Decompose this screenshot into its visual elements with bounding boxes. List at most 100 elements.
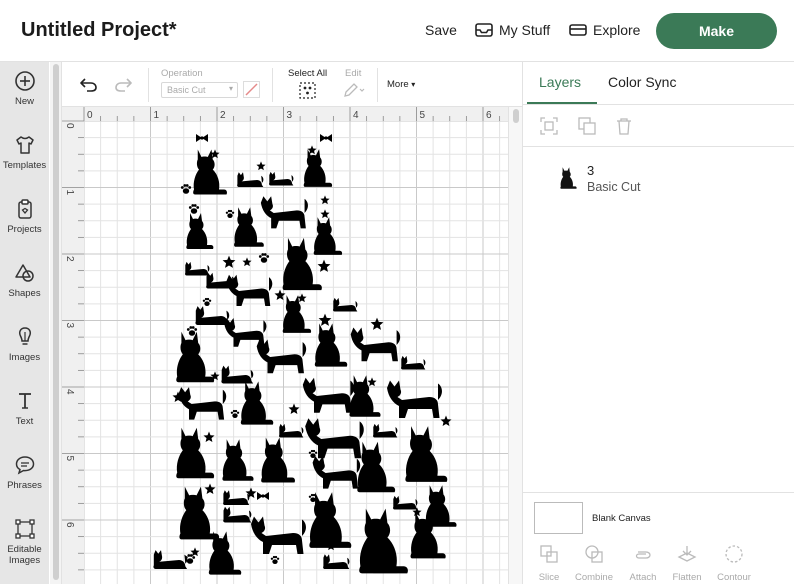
- color-swatch-icon[interactable]: [243, 81, 260, 98]
- contour-button[interactable]: Contour: [711, 544, 757, 583]
- clipboard-icon: [17, 199, 32, 219]
- edit-label: Edit: [345, 68, 362, 79]
- flatten-label: Flatten: [672, 572, 702, 583]
- left-ruler-tick-label: 0: [64, 123, 75, 129]
- sidebar-label-new: New: [14, 96, 34, 107]
- top-ruler-tick-label: 6: [486, 110, 492, 121]
- flatten-button[interactable]: Flatten: [664, 544, 710, 583]
- layer-name: 3: [587, 163, 595, 178]
- sidebar-item-phrases[interactable]: Phrases: [0, 446, 49, 506]
- top-ruler: [62, 107, 508, 121]
- attach-label: Attach: [629, 572, 657, 583]
- top-ruler-tick-label: 0: [87, 110, 93, 121]
- my-stuff-label: My Stuff: [499, 22, 551, 38]
- shirt-icon: [15, 136, 34, 154]
- combine-label: Combine: [574, 572, 614, 583]
- sidebar-label-images: Images: [8, 352, 41, 363]
- tab-layers[interactable]: Layers: [539, 74, 581, 90]
- duplicate-icon[interactable]: [578, 117, 596, 135]
- make-button[interactable]: Make: [656, 13, 777, 49]
- sidebar-item-shapes[interactable]: Shapes: [0, 254, 49, 314]
- redo-icon[interactable]: [113, 75, 133, 93]
- speech-bubble-icon: [15, 456, 34, 475]
- layer-item[interactable]: 3 Basic Cut: [523, 158, 794, 202]
- my-stuff-button[interactable]: My Stuff: [475, 22, 550, 38]
- lightbulb-icon: [18, 327, 31, 345]
- text-icon: [18, 393, 31, 409]
- blank-canvas-label: Blank Canvas: [592, 513, 651, 524]
- explore-icon: [569, 24, 587, 36]
- operation-value: Basic Cut: [167, 85, 206, 95]
- canvas-grid[interactable]: 0 1 2 3 4 5 6 0 1 2 3 4 5 6: [62, 107, 508, 584]
- project-title: Untitled Project*: [21, 19, 177, 41]
- sidebar-label-projects: Projects: [7, 224, 42, 235]
- operation-select[interactable]: Basic Cut ▾: [161, 82, 238, 98]
- sidebar-label-editable-images: Editable Images: [7, 544, 42, 566]
- sidebar-item-templates[interactable]: Templates: [0, 126, 49, 186]
- operation-label: Operation: [161, 68, 203, 79]
- bottom-divider: [523, 492, 794, 493]
- tab-color-sync[interactable]: Color Sync: [608, 74, 676, 90]
- explore-label: Explore: [593, 22, 641, 38]
- sidebar-item-text[interactable]: Text: [0, 382, 49, 442]
- plus-circle-icon: [14, 71, 35, 91]
- chevron-down-icon: ▾: [228, 84, 233, 93]
- undo-icon[interactable]: [79, 75, 99, 93]
- sidebar-label-text: Text: [15, 416, 34, 427]
- sidebar-item-projects[interactable]: Projects: [0, 190, 49, 250]
- left-ruler-tick-label: 6: [64, 522, 75, 528]
- editable-images-icon: [14, 519, 35, 539]
- layer-tools: [523, 105, 794, 147]
- canvas-scroll-thumb[interactable]: [513, 109, 519, 123]
- more-menu-button[interactable]: More ▾: [387, 79, 415, 90]
- sidebar-item-new[interactable]: New: [0, 62, 49, 122]
- save-button[interactable]: Save: [425, 22, 457, 38]
- shapes-icon: [14, 264, 34, 282]
- left-ruler-tick-label: 5: [64, 456, 75, 462]
- left-sidebar: New Templates Projects Shapes Images Tex…: [0, 62, 49, 584]
- caret-down-icon: ▾: [411, 80, 416, 89]
- edit-pen-icon[interactable]: [342, 82, 366, 98]
- edit-toolbar: Operation Basic Cut ▾ Select All Edit Mo…: [62, 62, 522, 107]
- sidebar-scrollbar[interactable]: [50, 62, 62, 584]
- slice-label: Slice: [538, 572, 560, 583]
- contour-icon: [725, 545, 743, 563]
- sidebar-item-images[interactable]: Images: [0, 318, 49, 378]
- group-icon[interactable]: [540, 117, 558, 135]
- left-ruler-tick-label: 2: [64, 256, 75, 262]
- select-all-icon[interactable]: [299, 82, 316, 99]
- top-ruler-tick-label: 4: [353, 110, 359, 121]
- top-ruler-tick-label: 5: [420, 110, 426, 121]
- attach-icon: [635, 551, 651, 559]
- attach-button[interactable]: Attach: [620, 544, 666, 583]
- slice-button[interactable]: Slice: [526, 544, 572, 583]
- sidebar-label-phrases: Phrases: [7, 480, 42, 491]
- sidebar-scroll-thumb[interactable]: [53, 64, 59, 580]
- save-label: Save: [425, 22, 457, 38]
- slice-icon: [540, 545, 558, 563]
- sidebar-label-templates: Templates: [2, 160, 47, 171]
- explore-button[interactable]: Explore: [569, 22, 640, 38]
- sidebar-item-editable-images[interactable]: Editable Images: [0, 510, 49, 570]
- inbox-icon: [475, 23, 493, 37]
- layers-panel: Layers Color Sync 3 Basic Cut Blank Canv…: [522, 62, 794, 584]
- left-ruler-tick-label: 3: [64, 323, 75, 329]
- toolbar-divider: [272, 68, 273, 102]
- layer-operation: Basic Cut: [587, 180, 641, 194]
- left-ruler-tick-label: 1: [64, 190, 75, 196]
- top-ruler-tick-label: 1: [154, 110, 160, 121]
- design-canvas[interactable]: 0 1 2 3 4 5 6 0 1 2 3 4 5 6: [62, 107, 508, 584]
- combine-button[interactable]: Combine: [571, 544, 617, 583]
- toolbar-divider: [377, 68, 378, 102]
- select-all-label: Select All: [288, 68, 328, 79]
- trash-icon[interactable]: [615, 117, 633, 135]
- top-ruler-tick-label: 3: [287, 110, 293, 121]
- more-label: More: [387, 79, 409, 90]
- flatten-icon: [677, 546, 697, 562]
- blank-canvas-swatch[interactable]: [534, 502, 583, 534]
- canvas-vertical-scrollbar[interactable]: [508, 107, 522, 584]
- left-ruler-tick-label: 4: [64, 389, 75, 395]
- toolbar-divider: [148, 68, 149, 102]
- sidebar-label-shapes: Shapes: [8, 288, 41, 299]
- combine-icon: [585, 545, 603, 563]
